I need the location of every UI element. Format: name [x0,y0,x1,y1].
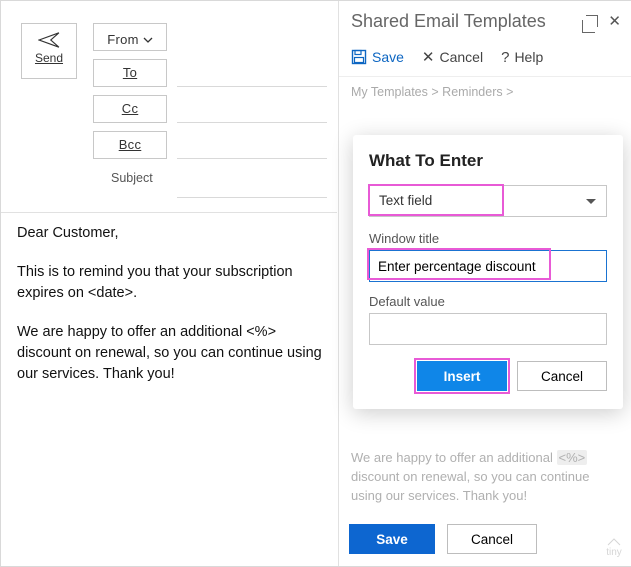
help-icon: ? [501,49,509,66]
send-icon [38,31,60,49]
toolbar-help[interactable]: ? Help [501,49,543,66]
compose-panel: Send From To Cc Bcc Subject Dear Custome… [1,1,337,566]
toolbar-save[interactable]: Save [351,49,404,65]
pane-toolbar: Save ✕ Cancel ? Help [339,40,631,77]
to-label: To [123,65,137,80]
send-label: Send [22,51,76,65]
body-p1: This is to remind you that your subscrip… [17,262,323,304]
from-label: From [107,32,139,47]
what-to-enter-dialog: What To Enter Text field Window title De… [353,135,623,409]
greeting: Dear Customer, [17,223,323,244]
field-type-select[interactable]: Text field [369,185,607,217]
cc-field-line[interactable] [177,122,327,123]
toolbar-help-label: Help [514,49,543,65]
insert-label: Insert [444,369,481,384]
chevron-down-icon [586,199,596,204]
pane-save-label: Save [376,532,408,547]
toolbar-cancel[interactable]: ✕ Cancel [422,48,483,66]
toolbar-cancel-label: Cancel [440,49,484,65]
pane-save-button[interactable]: Save [349,524,435,554]
to-button[interactable]: To [93,59,167,87]
pane-bottom-actions: Save Cancel [349,524,537,554]
crumb-templates[interactable]: My Templates [351,85,428,99]
pane-cancel-button[interactable]: Cancel [447,524,537,554]
preview-pre: We are happy to offer an additional [351,450,557,465]
crumb-sep2: > [506,85,513,99]
insert-button[interactable]: Insert [417,361,507,391]
cancel-icon: ✕ [422,48,435,66]
save-icon [351,49,367,65]
send-button[interactable]: Send [21,23,77,79]
from-button[interactable]: From [93,23,167,51]
default-value-input[interactable] [369,313,607,345]
subject-field-line[interactable] [177,197,327,198]
email-body[interactable]: Dear Customer, This is to remind you tha… [17,223,323,403]
crumb-sep1: > [431,85,438,99]
bcc-button[interactable]: Bcc [93,131,167,159]
preview-placeholder: <%> [557,450,588,465]
chevron-down-icon [143,37,153,43]
close-icon[interactable]: ✕ [608,12,621,30]
preview-post: discount on renewal, so you can continue… [351,469,590,503]
to-field-line[interactable] [177,86,327,87]
dialog-title: What To Enter [369,151,607,171]
compose-header: Send From To Cc Bcc Subject [1,1,337,213]
cc-label: Cc [122,101,139,116]
breadcrumb: My Templates > Reminders > [339,77,631,103]
popout-icon[interactable] [586,15,598,27]
window-title-input[interactable] [369,250,607,282]
preview-tail: We are happy to offer an additional <%> … [351,449,617,506]
body-p2: We are happy to offer an additional <%> … [17,322,323,385]
subject-label: Subject [111,171,153,185]
window-title-label: Window title [369,231,607,246]
crumb-reminders[interactable]: Reminders [442,85,502,99]
bcc-field-line[interactable] [177,158,327,159]
toolbar-save-label: Save [372,49,404,65]
cc-button[interactable]: Cc [93,95,167,123]
field-type-value: Text field [370,186,441,215]
bcc-label: Bcc [119,137,142,152]
dialog-cancel-button[interactable]: Cancel [517,361,607,391]
default-value-label: Default value [369,294,607,309]
watermark: tiny [606,537,622,558]
